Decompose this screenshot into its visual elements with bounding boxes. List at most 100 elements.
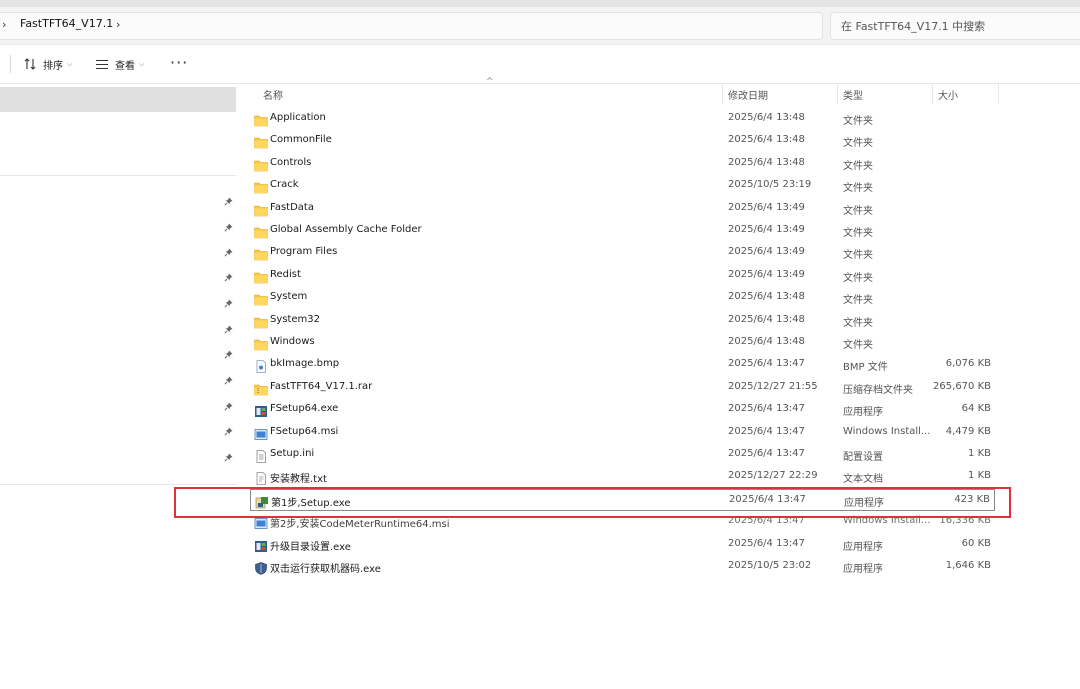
highlight-box [174,487,1011,518]
file-row[interactable]: Global Assembly Cache Folder 2025/6/4 13:… [250,220,995,242]
file-row[interactable]: Windows 2025/6/4 13:48 文件夹 [250,332,995,354]
file-type: 文本文档 [843,474,883,486]
file-date: 2025/6/4 13:49 [728,224,805,235]
column-divider[interactable] [722,84,723,104]
folder-icon [254,291,268,306]
column-divider[interactable] [932,84,933,104]
file-date: 2025/6/4 13:48 [728,313,805,325]
file-name: Global Assembly Cache Folder [270,224,422,235]
more-options-button[interactable]: ··· [170,53,188,72]
folder-icon [254,157,268,172]
pin-icon [224,350,233,359]
file-name: System32 [270,313,321,325]
sort-label: 排序 [43,60,63,72]
file-size: 1 KB [968,470,991,482]
sort-button[interactable]: 排序 ⌵ [24,55,72,73]
file-name: System [270,291,308,303]
file-date: 2025/10/5 23:19 [728,179,812,191]
file-size: 64 KB [961,403,991,415]
bmp-file-icon [254,358,268,374]
pin-icon [224,273,233,282]
column-divider[interactable] [837,84,838,104]
file-row[interactable]: System 2025/6/4 13:48 文件夹 [250,287,995,309]
file-date: 2025/10/5 23:02 [728,560,812,571]
title-strip [0,0,1080,7]
breadcrumb-expand-chevron-icon[interactable]: › [116,18,120,31]
file-type: BMP 文件 [843,362,888,374]
file-row[interactable]: FastData 2025/6/4 13:49 文件夹 [250,198,995,220]
msi-icon [254,426,268,440]
command-bar: 排序 ⌵ 查看 ⌵ ··· [0,45,1080,84]
file-date: 2025/6/4 13:49 [728,201,805,213]
file-name: FSetup64.msi [270,425,339,437]
file-row[interactable]: Program Files 2025/6/4 13:49 文件夹 [250,242,995,264]
zip-folder-icon [254,381,268,396]
file-name: FastTFT64_V17.1.rar [270,380,373,392]
file-date: 2025/6/4 13:48 [728,156,805,168]
pin-icon [224,402,233,411]
file-row[interactable]: Application 2025/6/4 13:48 文件夹 [250,108,995,130]
text-file-icon [254,470,268,486]
pin-icon [224,197,233,206]
file-type: 文件夹 [843,160,873,172]
pin-icon [224,376,233,385]
column-header-name[interactable]: 名称 [263,87,283,102]
file-type: 文件夹 [843,317,873,329]
file-row[interactable]: CommonFile 2025/6/4 13:48 文件夹 [250,130,995,152]
file-row[interactable]: Controls 2025/6/4 13:48 文件夹 [250,153,995,175]
nav-item-selected[interactable] [0,87,236,112]
breadcrumb-current-folder[interactable]: FastTFT64_V17.1 [20,17,113,30]
column-header-type[interactable]: 类型 [843,87,863,102]
file-date: 2025/12/27 22:29 [728,470,818,482]
nav-divider [0,175,236,176]
pin-icon [224,453,233,462]
file-name: Crack [270,179,299,191]
file-size: 1 KB [968,448,991,459]
file-row[interactable]: FSetup64.exe 2025/6/4 13:47 应用程序 64 KB [250,399,995,421]
file-type: 配置设置 [843,452,883,463]
file-type: 应用程序 [843,541,883,553]
file-row[interactable]: Setup.ini 2025/6/4 13:47 配置设置 1 KB [250,444,995,466]
folder-icon [254,179,268,194]
file-date: 2025/6/4 13:47 [728,537,805,549]
search-placeholder: 在 FastTFT64_V17.1 中搜索 [841,20,986,33]
folder-icon [254,246,268,261]
pin-icon [224,248,233,257]
chevron-down-icon: ⌵ [139,59,145,68]
file-date: 2025/12/27 21:55 [728,380,818,392]
breadcrumb-chevron-icon[interactable]: › [2,18,6,31]
file-row[interactable]: bkImage.bmp 2025/6/4 13:47 BMP 文件 6,076 KB [250,354,995,376]
file-size: 60 KB [961,537,991,549]
file-row[interactable]: System32 2025/6/4 13:48 文件夹 [250,310,995,332]
address-bar[interactable]: › FastTFT64_V17.1 › [0,12,823,40]
file-row[interactable]: FastTFT64_V17.1.rar 2025/12/27 21:55 压缩存档文… [250,377,995,399]
shield-exe-icon [254,560,268,575]
file-type: 文件夹 [843,116,873,127]
file-row[interactable]: Redist 2025/6/4 13:49 文件夹 [250,265,995,287]
file-type: 应用程序 [843,407,883,419]
file-type: 文件夹 [843,228,873,239]
file-row[interactable]: 安装教程.txt 2025/12/27 22:29 文本文档 1 KB [250,466,995,488]
file-date: 2025/6/4 13:48 [728,134,805,146]
column-divider[interactable] [998,84,999,104]
file-name: 升级目录设置.exe [270,541,351,553]
view-button[interactable]: 查看 ⌵ [95,55,144,73]
file-type: 压缩存档文件夹 [843,384,913,396]
file-row[interactable]: 升级目录设置.exe 2025/6/4 13:47 应用程序 60 KB [250,534,995,556]
column-header-size[interactable]: 大小 [938,87,958,102]
file-size: 4,479 KB [945,425,991,437]
file-row[interactable]: Crack 2025/10/5 23:19 文件夹 [250,175,995,197]
file-date: 2025/6/4 13:48 [728,336,805,347]
view-icon [96,59,108,69]
file-row[interactable]: 双击运行获取机器码.exe 2025/10/5 23:02 应用程序 1,646 KB [250,556,995,578]
pin-icon [224,223,233,232]
file-type: Windows Install... [843,425,931,437]
file-name: 安装教程.txt [270,474,327,486]
column-header-date[interactable]: 修改日期 [728,87,768,102]
file-name: Setup.ini [270,448,315,459]
search-input[interactable]: 在 FastTFT64_V17.1 中搜索 [830,12,1080,40]
file-row[interactable]: FSetup64.msi 2025/6/4 13:47 Windows Instal… [250,422,995,444]
exe-icon [254,403,268,418]
file-type: 文件夹 [843,138,873,150]
sort-ascending-icon: ^ [486,77,494,87]
